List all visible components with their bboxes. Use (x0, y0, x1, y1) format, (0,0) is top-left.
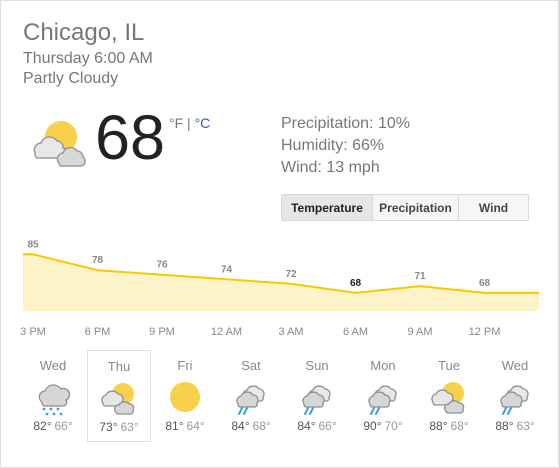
chart-data-label: 76 (156, 260, 168, 271)
chart-data-label: 85 (27, 239, 39, 250)
chart-tick-label: 9 AM (407, 326, 432, 338)
unit-toggle: °F | °C (169, 115, 210, 131)
forecast-day[interactable]: Wed 82° 66° (21, 350, 85, 442)
forecast-row: Wed 82° 66° Thu 73° 63° Fri 81° 64° Sat 84° 68° Sun 8… (21, 350, 551, 450)
location-title: Chicago, IL (23, 19, 145, 46)
unit-celsius[interactable]: °C (195, 115, 211, 131)
chart-data-label: 71 (414, 271, 426, 282)
chart-data-label: 72 (285, 269, 297, 280)
forecast-high: 88° (429, 419, 448, 433)
forecast-high: 73° (99, 420, 118, 434)
forecast-high: 81° (165, 419, 184, 433)
chart-tick-label: 6 PM (85, 326, 111, 338)
chart-tick-label: 6 AM (343, 326, 368, 338)
forecast-high: 84° (297, 419, 316, 433)
forecast-day[interactable]: Sun 84° 66° (285, 350, 349, 442)
forecast-low: 63° (120, 420, 139, 434)
forecast-temps: 81° 64° (153, 419, 217, 433)
forecast-day[interactable]: Mon 90° 70° (351, 350, 415, 442)
forecast-temps: 82° 66° (21, 419, 85, 433)
forecast-low: 66° (54, 419, 73, 433)
forecast-high: 82° (33, 419, 52, 433)
forecast-temps: 84° 66° (285, 419, 349, 433)
chart-data-label: 68 (350, 278, 362, 289)
partly-cloudy-icon (101, 383, 135, 415)
forecast-temps: 90° 70° (351, 419, 415, 433)
chart-tabs: Temperature Precipitation Wind (281, 194, 529, 221)
forecast-day[interactable]: Sat 84° 68° (219, 350, 283, 442)
current-condition: Partly Cloudy (23, 70, 119, 87)
chart-tick-label: 12 AM (211, 326, 242, 338)
forecast-day-name: Sat (241, 358, 261, 373)
chart-data-label: 74 (221, 264, 233, 275)
tab-precipitation[interactable]: Precipitation (372, 195, 458, 220)
unit-fahrenheit[interactable]: °F (169, 115, 183, 131)
precipitation-stat: Precipitation: 10% (281, 115, 410, 132)
chart-data-label: 78 (92, 255, 104, 266)
forecast-high: 90° (363, 419, 382, 433)
unit-separator: | (183, 115, 195, 131)
forecast-day-name: Mon (370, 358, 396, 373)
chart-tick-label: 12 PM (469, 326, 501, 338)
forecast-day-name: Sun (305, 358, 329, 373)
forecast-day-name: Thu (107, 359, 131, 374)
forecast-temps: 84° 68° (219, 419, 283, 433)
rain-cloud-icon (38, 384, 71, 416)
forecast-low: 68° (252, 419, 271, 433)
thunderstorm-icon (368, 385, 397, 415)
thunderstorm-icon (236, 385, 265, 415)
forecast-low: 68° (450, 419, 469, 433)
current-temperature: 68 (95, 103, 166, 173)
forecast-temps: 88° 68° (417, 419, 481, 433)
forecast-day[interactable]: Wed 88° 63° (483, 350, 547, 442)
forecast-day[interactable]: Thu 73° 63° (87, 350, 151, 442)
chart-data-label: 68 (479, 278, 491, 289)
tab-wind[interactable]: Wind (458, 195, 528, 220)
forecast-high: 88° (495, 419, 514, 433)
forecast-day-name: Fri (177, 358, 193, 373)
weather-card: Chicago, IL Thursday 6:00 AM Partly Clou… (0, 0, 559, 468)
forecast-temps: 88° 63° (483, 419, 547, 433)
forecast-day-name: Wed (501, 358, 529, 373)
chart-tick-label: 9 PM (149, 326, 175, 338)
forecast-temps: 73° 63° (88, 420, 150, 434)
temperature-chart: 85 3 PM 78 6 PM 76 9 PM 74 12 AM 72 3 AM 68 6 AM 71 9… (20, 239, 539, 338)
thunderstorm-icon (302, 385, 331, 415)
partly-cloudy-icon (33, 121, 86, 167)
forecast-low: 64° (186, 419, 205, 433)
sun-icon (170, 382, 200, 412)
chart-tick-label: 3 PM (20, 326, 46, 338)
forecast-low: 66° (318, 419, 337, 433)
thunderstorm-icon (500, 385, 529, 415)
forecast-day-name: Tue (438, 358, 460, 373)
tab-temperature[interactable]: Temperature (282, 195, 372, 220)
humidity-stat: Humidity: 66% (281, 137, 385, 154)
forecast-high: 84° (231, 419, 250, 433)
partly-cloudy-icon (431, 382, 465, 414)
chart-tick-label: 3 AM (278, 326, 303, 338)
forecast-low: 70° (384, 419, 403, 433)
forecast-day[interactable]: Fri 81° 64° (153, 350, 217, 442)
forecast-low: 63° (516, 419, 535, 433)
weather-stats: Precipitation: 10% Humidity: 66% Wind: 1… (281, 113, 410, 179)
forecast-day-name: Wed (39, 358, 67, 373)
wind-stat: Wind: 13 mph (281, 159, 380, 176)
forecast-day[interactable]: Tue 88° 68° (417, 350, 481, 442)
current-datetime: Thursday 6:00 AM (23, 50, 153, 67)
